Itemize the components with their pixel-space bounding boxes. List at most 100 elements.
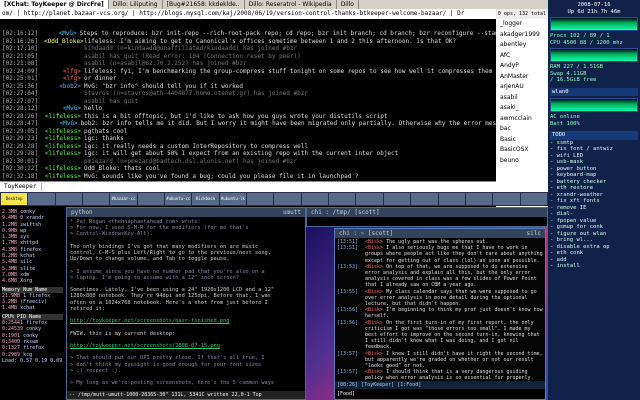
- silc-body: [13:51] <Bisk> The ugly part was the sphe…: [335, 238, 545, 395]
- chat-nick[interactable]: [44, 98, 84, 106]
- chat-nick[interactable]: <lifeless>: [44, 128, 84, 136]
- chat-nick[interactable]: [44, 90, 84, 98]
- nick-item[interactable]: awmcclain: [496, 114, 548, 125]
- chat-timestamp: [02:28:47]: [2, 120, 39, 127]
- chat-text: kindaadd (n=kindaadd@unaffiliated/kindaa…: [84, 45, 298, 52]
- mutt-body[interactable]: * Pat Regan <thehnaphaetahead.com> wrote…: [67, 217, 305, 388]
- chat-line: [02:21:08] asabil (n=asabil@62.70.2.252) …: [2, 60, 496, 68]
- terminal-window[interactable]: chi : /tmp/ [scott]: [306, 207, 548, 227]
- nick-item[interactable]: abentley: [496, 40, 548, 51]
- chat-timestamp: [02:21:05]: [2, 52, 39, 60]
- nick-item[interactable]: arjenAU: [496, 82, 548, 93]
- taskbar-item[interactable]: [383, 193, 411, 205]
- chat-nick[interactable]: <MvG>: [42, 120, 80, 128]
- taskbar-item[interactable]: #ubuntu-cc: [165, 193, 192, 205]
- nick-list[interactable]: _logger akadger1999 abentley AfC AndyP AnMast…: [496, 19, 548, 207]
- chat-nick[interactable]: <lifeless>: [44, 150, 84, 158]
- mutt-window[interactable]: python umutt * Pat Regan <thehnaphaetahea…: [66, 207, 306, 400]
- chat-timestamp: [02:17:10]: [2, 45, 39, 52]
- taskbar-item[interactable]: [493, 193, 520, 205]
- nick-item[interactable]: bac: [496, 124, 548, 135]
- chat-nick[interactable]: <lifeless>: [44, 143, 84, 151]
- chat-nick[interactable]: <lfg>: [44, 68, 84, 76]
- taskbar-item[interactable]: [301, 193, 329, 205]
- taskbar-item[interactable]: #ubuntu-lk: [219, 193, 247, 205]
- taskbar-item[interactable]: [137, 193, 165, 205]
- nick-item[interactable]: asabil: [496, 93, 548, 104]
- taskbar-item[interactable]: Kickback: [192, 193, 219, 205]
- taskbar-item[interactable]: [329, 193, 356, 205]
- chat-nick[interactable]: <lifeless>: [44, 135, 84, 143]
- uptime: Up 6d 21h 7h 46m: [567, 8, 621, 15]
- mutt-status: -- /tmp/mutt-umutt-1000-28365-30" 131L, …: [67, 391, 305, 399]
- taskbar-item[interactable]: [465, 193, 493, 205]
- silc-text: <Bisk> On top of that, we are supposed t…: [365, 263, 537, 289]
- silc-time: [13:53]: [337, 263, 359, 270]
- chat-nick[interactable]: <MvG>: [42, 30, 80, 38]
- chat-input[interactable]: [42, 182, 496, 192]
- nick-item[interactable]: Basic: [496, 135, 548, 146]
- chat-nick[interactable]: [44, 158, 84, 166]
- silc-title2: silc: [526, 230, 541, 237]
- nick-item[interactable]: BasicOSX: [496, 145, 548, 156]
- load-average: Load: 0.57 0.19 0.09: [2, 357, 63, 364]
- chat-nick[interactable]: <lfg>: [44, 75, 84, 83]
- chat-line: [02:29:23] <lifeless> igc: thanks: [2, 135, 496, 143]
- nick-item[interactable]: AndyP: [496, 61, 548, 72]
- mutt-titlebar[interactable]: python umutt: [67, 208, 305, 217]
- taskbar-item[interactable]: Desktop: [1, 193, 28, 205]
- silc-nick: <Bisk>: [365, 350, 387, 357]
- silc-time: [13:51]: [337, 245, 359, 252]
- silc-nick: <Bisk>: [365, 369, 387, 376]
- chat-nick[interactable]: [44, 45, 84, 53]
- tab-xchat[interactable]: [XChat: ToyKeeper @ DircFre]: [0, 0, 109, 9]
- taskbar-item[interactable]: #bazaar-cc: [110, 193, 137, 205]
- chat-nick[interactable]: [44, 53, 84, 61]
- silc-status: [00:26] [ToyKeeper] [1:Food]: [335, 381, 545, 389]
- chat-input-row: ToyKeeper: [0, 181, 496, 192]
- taskbar-item[interactable]: [438, 193, 465, 205]
- process-list: 2.3MB conky 9.4MB 0 xrandr 1.2MB swiftsh 0.…: [0, 207, 65, 400]
- chat-nick[interactable]: <Odd_Bloke>: [44, 38, 84, 46]
- tab-bug[interactable]: [Bug#21658: kkdeklde..: [163, 0, 245, 9]
- chat-nick[interactable]: [44, 60, 84, 68]
- nick-item[interactable]: akadger1999: [496, 30, 548, 41]
- silc-nick: <Bisk>: [365, 319, 387, 326]
- nick-item[interactable]: AfC: [496, 51, 548, 62]
- proc-mem: 1.4MB: [2, 305, 18, 312]
- taskbar-item[interactable]: [28, 193, 55, 205]
- tab-resveratrol[interactable]: Dillo: Reseratrol - Wikipedia: [245, 0, 337, 9]
- silc-input[interactable]: [Food]: [335, 389, 545, 399]
- tab-liliputing[interactable]: Dillo: Liliputing: [109, 0, 163, 9]
- nick-item[interactable]: _logger: [496, 19, 548, 30]
- taskbar-item[interactable]: [274, 193, 301, 205]
- silc-titlebar[interactable]: chi : ~ [scott] silc: [335, 229, 545, 238]
- chat-line: [02:28:47] <MvG> bob2: bzr info tells me i…: [2, 120, 496, 128]
- taskbar-item[interactable]: [55, 193, 83, 205]
- proc-mem: 2.3MB: [2, 209, 18, 215]
- mutt-title2: umutt: [282, 209, 301, 216]
- taskbar-item[interactable]: [247, 193, 274, 205]
- chat-text: igc: thanks: [84, 135, 124, 142]
- taskbar-item[interactable]: [520, 193, 547, 205]
- proc-mem: 3.2MB: [2, 299, 18, 306]
- nick-item[interactable]: asaki_: [496, 103, 548, 114]
- taskbar-item[interactable]: [356, 193, 383, 205]
- nick-item[interactable]: beuno: [496, 156, 548, 167]
- tab-dillo[interactable]: Dillo: [337, 0, 359, 9]
- chat-nick[interactable]: <lifeless>: [44, 165, 84, 173]
- chat-timestamp: [02:24:09]: [2, 67, 39, 75]
- chat-nick[interactable]: <lifeless>: [44, 173, 84, 181]
- silc-message: [13:55] <Bisk> My class calendar says tha…: [337, 289, 543, 308]
- taskbar-item[interactable]: [83, 193, 110, 205]
- todo-list: - ssmtp - fix font / antwiz - wifi LED - us…: [550, 140, 638, 270]
- taskbar-item[interactable]: [411, 193, 438, 205]
- chat-nick[interactable]: <bob2>: [44, 83, 84, 91]
- mail-line: 1280x800 notebook. They're 94dpi and 125…: [70, 293, 271, 300]
- chat-nick[interactable]: <lifeless>: [44, 113, 84, 121]
- chat-nick[interactable]: <MvG>: [44, 105, 84, 113]
- silc-window[interactable]: chi : ~ [scott] silc [13:51] <Bisk> The ug…: [334, 228, 546, 400]
- silc-nick: <Bisk>: [365, 307, 387, 314]
- nick-item[interactable]: AnMaster: [496, 72, 548, 83]
- proc-mem: 5.4MB: [2, 259, 18, 266]
